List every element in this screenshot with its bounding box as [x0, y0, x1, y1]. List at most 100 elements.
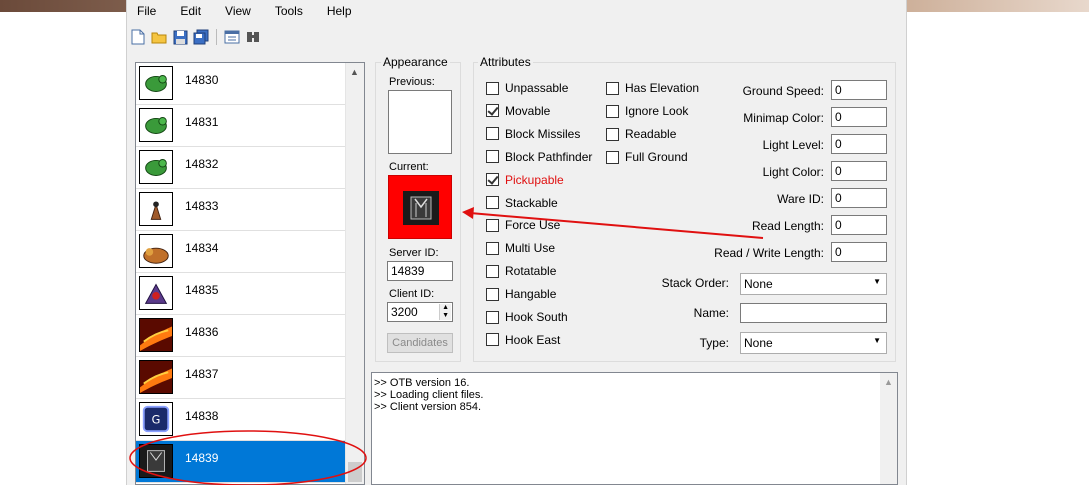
checkbox-rotatable[interactable]: Rotatable — [486, 264, 556, 278]
field-input[interactable]: 0 — [831, 188, 887, 208]
compare-icon[interactable] — [244, 28, 262, 46]
item-list[interactable]: 14830 14831 14832 14833 14834 14835 14836 14837… — [135, 62, 365, 485]
checkbox-box[interactable] — [606, 150, 619, 164]
checkbox-hook-east[interactable]: Hook East — [486, 333, 560, 347]
checkbox-hangable[interactable]: Hangable — [486, 287, 556, 301]
checkbox-box[interactable] — [486, 264, 499, 278]
item-id-label: 14836 — [185, 325, 219, 339]
checkbox-box[interactable] — [486, 241, 499, 255]
checkbox-movable[interactable]: Movable — [486, 104, 550, 118]
field-label: Ground Speed: — [742, 84, 824, 98]
menu-item[interactable]: Edit — [180, 2, 211, 20]
menu-item[interactable]: Tools — [275, 2, 313, 20]
dark-item-icon — [403, 191, 439, 225]
checkbox-box[interactable] — [486, 127, 499, 141]
log-scrollbar[interactable]: ▲ — [880, 373, 897, 484]
blue-rune-icon: G — [139, 402, 173, 436]
list-item[interactable]: 14837 — [136, 357, 346, 399]
field-input[interactable]: 0 — [831, 134, 887, 154]
checkbox-full-ground[interactable]: Full Ground — [606, 150, 688, 164]
item-id-label: 14838 — [185, 409, 219, 423]
checkbox-multi-use[interactable]: Multi Use — [486, 241, 555, 255]
item-id-label: 14831 — [185, 115, 219, 129]
checkbox-block-missiles[interactable]: Block Missiles — [486, 127, 580, 141]
list-item[interactable]: 14834 — [136, 231, 346, 273]
current-label: Current: — [389, 161, 429, 173]
field-label: Read / Write Length: — [714, 246, 824, 260]
list-item[interactable]: 14835 — [136, 273, 346, 315]
open-folder-icon[interactable] — [150, 28, 168, 46]
stack-order-select[interactable]: None ▼ — [740, 273, 887, 295]
field-input[interactable]: 0 — [831, 107, 887, 127]
stepper-arrows-icon[interactable]: ▲ ▼ — [439, 304, 451, 320]
field-input[interactable]: 0 — [831, 80, 887, 100]
preferences-icon[interactable] — [223, 28, 241, 46]
new-file-icon[interactable] — [129, 28, 147, 46]
item-editor-window: File Edit View Tools Help 14830 14831 14832 148… — [126, 0, 907, 485]
list-item[interactable]: 14831 — [136, 105, 346, 147]
list-item[interactable]: G 14838 — [136, 399, 346, 441]
list-item[interactable]: 14832 — [136, 147, 346, 189]
field-input[interactable]: 0 — [831, 242, 887, 262]
item-id-label: 14834 — [185, 241, 219, 255]
save-icon[interactable] — [171, 28, 189, 46]
client-id-stepper[interactable]: 3200 ▲ ▼ — [387, 302, 453, 322]
log-line: >> Client version 854. — [374, 401, 482, 413]
candidates-button[interactable]: Candidates — [387, 333, 453, 353]
checkbox-box[interactable] — [486, 81, 499, 95]
menu-item[interactable]: View — [225, 2, 261, 20]
menu-item[interactable]: Help — [327, 2, 362, 20]
checkbox-box[interactable] — [486, 196, 499, 209]
checkbox-force-use[interactable]: Force Use — [486, 218, 560, 232]
scrollbar-thumb[interactable] — [348, 462, 362, 482]
checkbox-readable[interactable]: Readable — [606, 127, 676, 141]
stack-order-label: Stack Order: — [661, 276, 729, 290]
checkbox-pickupable[interactable]: Pickupable — [486, 173, 564, 187]
save-as-icon[interactable] — [192, 28, 210, 46]
item-list-scrollbar[interactable]: ▲ — [345, 63, 364, 484]
type-label: Type: — [699, 336, 729, 350]
checkbox-box[interactable] — [486, 333, 499, 347]
menu-item[interactable]: File — [137, 2, 166, 20]
type-select[interactable]: None ▼ — [740, 332, 887, 354]
log-line: >> Loading client files. — [374, 389, 484, 401]
checkbox-label: Readable — [625, 127, 677, 141]
checkbox-has-elevation[interactable]: Has Elevation — [606, 81, 699, 95]
client-id-value: 3200 — [391, 305, 418, 319]
checkbox-box[interactable] — [606, 104, 619, 118]
list-item[interactable]: 14833 — [136, 189, 346, 231]
scroll-up-icon[interactable]: ▲ — [350, 67, 359, 77]
checkbox-box[interactable] — [486, 173, 499, 187]
checkbox-box[interactable] — [606, 81, 619, 95]
field-label: Read Length: — [751, 219, 824, 233]
checkbox-label: Hook South — [505, 310, 568, 324]
server-id-field[interactable]: 14839 — [387, 261, 453, 281]
checkbox-stackable[interactable]: Stackable — [486, 196, 558, 210]
checkbox-label: Multi Use — [505, 241, 556, 256]
field-input[interactable]: 0 — [831, 161, 887, 181]
client-id-label: Client ID: — [389, 288, 435, 300]
checkbox-label: Force Use — [505, 218, 561, 233]
green-creature-icon — [139, 108, 173, 142]
small-creature-icon — [139, 192, 173, 226]
list-item[interactable]: 14839 — [136, 441, 346, 483]
green-creature-icon — [139, 66, 173, 100]
field-input[interactable]: 0 — [831, 215, 887, 235]
name-field[interactable] — [740, 303, 887, 323]
checkbox-block-pathfinder[interactable]: Block Pathfinder — [486, 150, 592, 164]
checkbox-unpassable[interactable]: Unpassable — [486, 81, 568, 95]
checkbox-ignore-look[interactable]: Ignore Look — [606, 104, 688, 118]
checkbox-box[interactable] — [486, 104, 499, 118]
checkbox-hook-south[interactable]: Hook South — [486, 310, 568, 324]
checkbox-box[interactable] — [486, 287, 499, 301]
scroll-up-icon[interactable]: ▲ — [884, 377, 893, 387]
checkbox-box[interactable] — [486, 218, 499, 232]
checkbox-box[interactable] — [606, 127, 619, 141]
list-item[interactable]: 14836 — [136, 315, 346, 357]
checkbox-box[interactable] — [486, 150, 499, 164]
output-log[interactable]: >> OTB version 16. >> Loading client file… — [371, 372, 898, 485]
checkbox-box[interactable] — [486, 310, 499, 324]
menu-bar: File Edit View Tools Help — [137, 2, 376, 20]
checkbox-label: Hangable — [505, 287, 557, 302]
list-item[interactable]: 14830 — [136, 63, 346, 105]
